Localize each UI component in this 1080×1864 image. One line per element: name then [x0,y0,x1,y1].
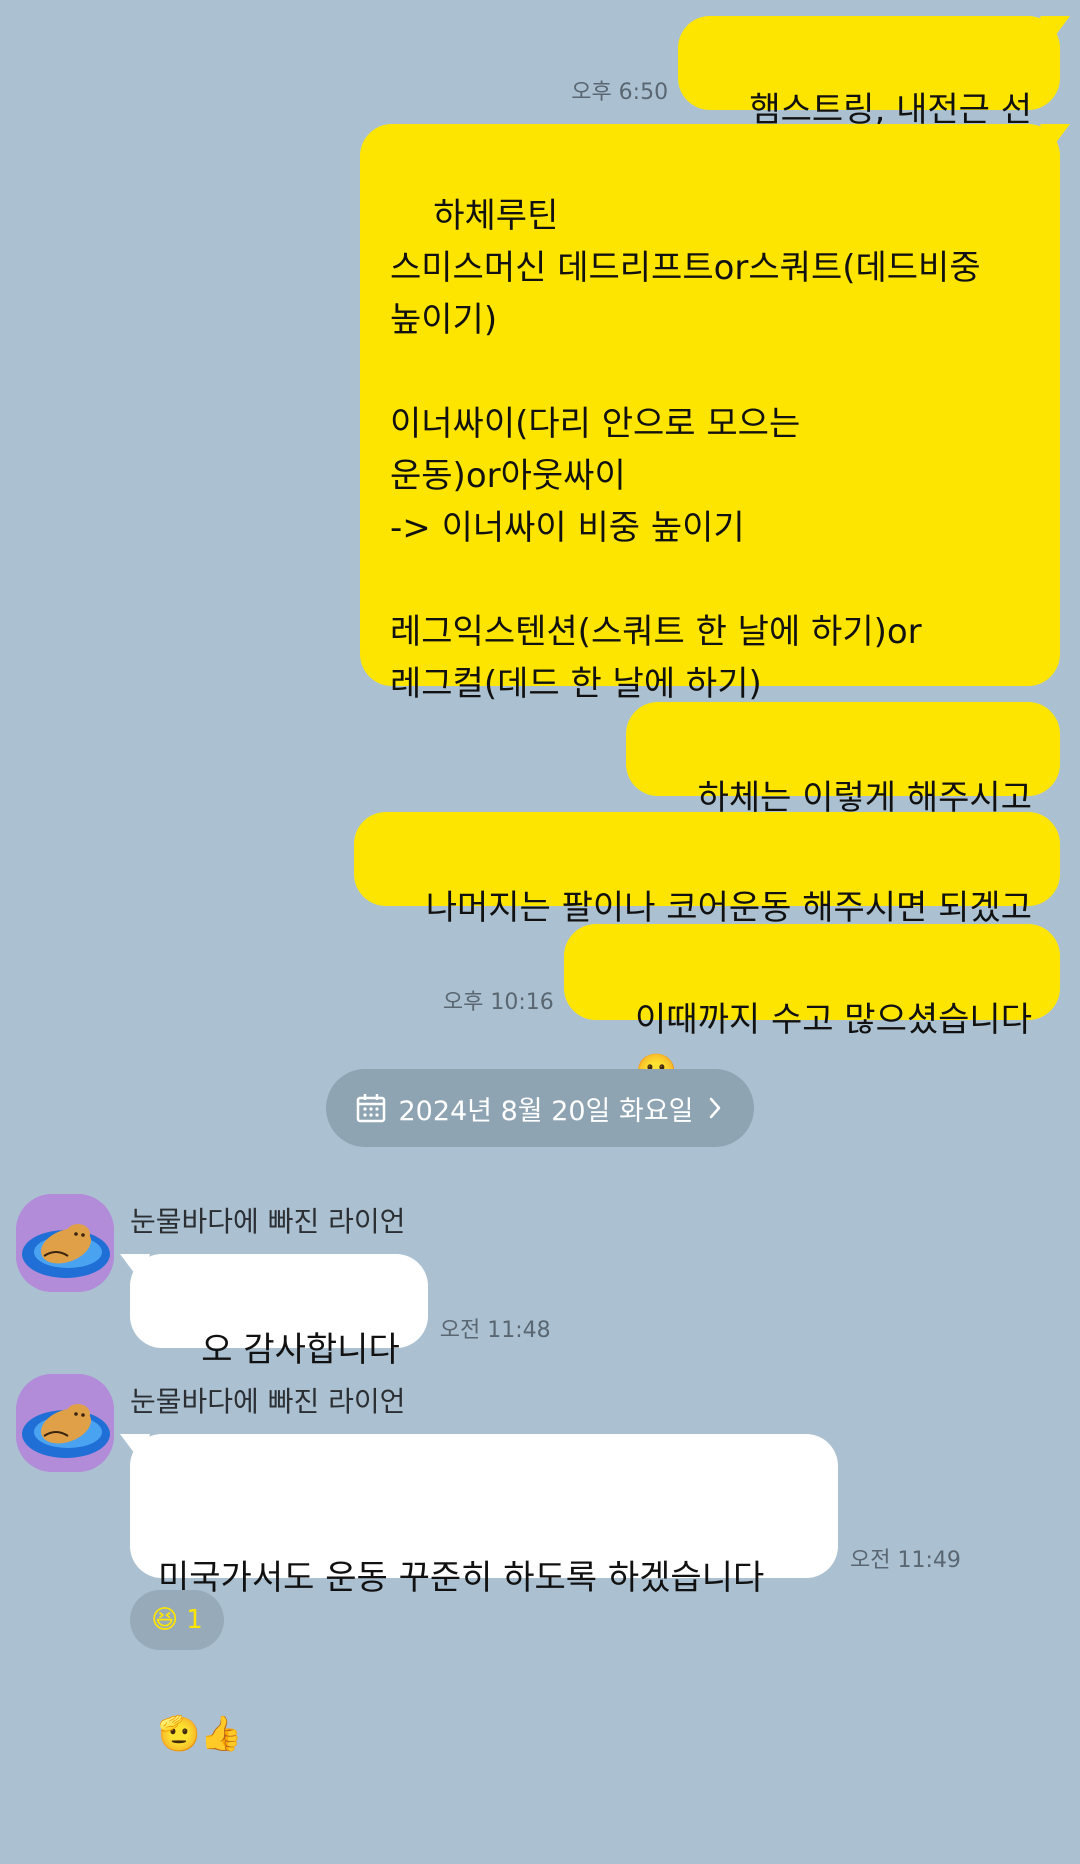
outgoing-message: 오후 6:50 햄스트링, 내전근 선 [571,16,1060,130]
sender-name: 눈물바다에 빠진 라이언 [130,1205,406,1238]
avatar[interactable] [16,1194,114,1292]
outgoing-message: 오후 10:16 이때까지 수고 많으셨습니다 🙂 [442,924,1060,1092]
message-text: 나머지는 팔이나 코어운동 해주시면 되겠고 [425,888,1032,928]
sender-name: 눈물바다에 빠진 라이언 [130,1385,406,1418]
message-time: 오전 11:48 [439,1318,551,1343]
incoming-bubble[interactable]: 오 감사합니다 [130,1254,428,1370]
reaction-count: 1 [186,1605,203,1635]
outgoing-bubble[interactable]: 이때까지 수고 많으셨습니다 🙂 [563,924,1060,1092]
reaction-badge[interactable]: 😆 1 [130,1590,224,1650]
outgoing-bubble[interactable]: 햄스트링, 내전근 선 [678,16,1060,130]
message-time: 오전 11:49 [850,1548,961,1573]
laughing-emoji-icon: 😆 [151,1605,179,1635]
message-text: 하체루틴 스미스머신 데드리프트or스쿼트(데드비중 높이기) 이너싸이(다리 … [390,196,981,704]
outgoing-bubble[interactable]: 나머지는 팔이나 코어운동 해주시면 되겠고 [354,812,1060,928]
message-text: 오 감사합니다 [201,1330,400,1370]
outgoing-message: 하체는 이렇게 해주시고 [626,702,1060,818]
incoming-message: 미국가서도 운동 꾸준히 하도록 하겠습니다 🫡👍 오전 11:49 [130,1434,961,1754]
message-time: 오후 10:16 [442,990,554,1015]
outgoing-bubble[interactable]: 하체루틴 스미스머신 데드리프트or스쿼트(데드비중 높이기) 이너싸이(다리 … [360,124,1060,704]
message-text: 미국가서도 운동 꾸준히 하도록 하겠습니다 [158,1558,765,1598]
message-time: 오후 6:50 [571,80,669,105]
message-text: 이때까지 수고 많으셨습니다 [635,1000,1032,1040]
outgoing-message: 하체루틴 스미스머신 데드리프트or스쿼트(데드비중 높이기) 이너싸이(다리 … [360,124,1060,704]
date-divider[interactable]: 2024년 8월 20일 화요일 [326,1069,754,1147]
date-label: 2024년 8월 20일 화요일 [398,1095,694,1127]
lion-avatar-icon [16,1374,114,1472]
chevron-right-icon [706,1095,724,1121]
incoming-message: 오 감사합니다 오전 11:48 [130,1254,551,1370]
outgoing-message: 나머지는 팔이나 코어운동 해주시면 되겠고 [354,812,1060,928]
avatar[interactable] [16,1374,114,1472]
salute-thumbsup-emoji-icon: 🫡👍 [158,1714,243,1754]
outgoing-bubble[interactable]: 하체는 이렇게 해주시고 [626,702,1060,818]
calendar-icon [356,1093,386,1123]
lion-avatar-icon [16,1194,114,1292]
incoming-bubble[interactable]: 미국가서도 운동 꾸준히 하도록 하겠습니다 🫡👍 [130,1434,838,1754]
